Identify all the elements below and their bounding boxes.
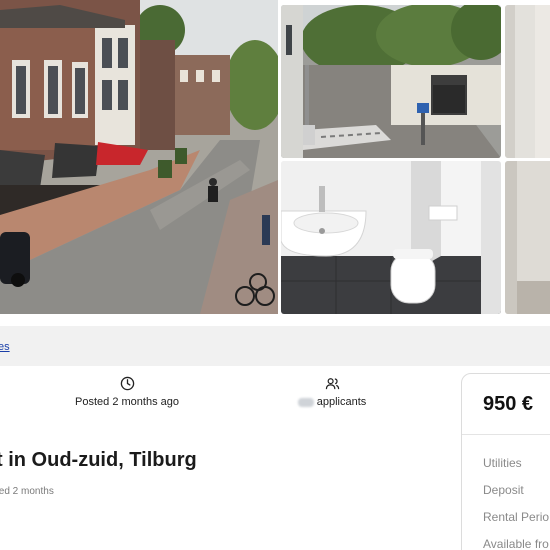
breadcrumb-link[interactable]: es (0, 341, 10, 353)
street-photo-image (0, 0, 278, 314)
gallery-photo-bathroom[interactable] (281, 161, 501, 314)
price-row-utilities: Utilities (483, 456, 522, 470)
gallery-photo-main[interactable] (0, 0, 278, 314)
room-photo-image (505, 161, 550, 314)
square-photo-image (281, 5, 501, 158)
users-icon (325, 378, 339, 390)
applicants-label: applicants (316, 396, 367, 408)
wall-photo-image (505, 5, 550, 158)
gallery-photo-square[interactable] (281, 5, 501, 158)
posted-text: Posted 2 months ago (75, 396, 179, 408)
gallery-photo-room[interactable] (505, 161, 550, 314)
price-card: 950 € Utilities Deposit Rental Perio Ava… (461, 373, 550, 550)
applicant-count-blurred (297, 397, 314, 407)
price-row-deposit: Deposit (483, 483, 524, 497)
price-value: 950 € (483, 393, 534, 415)
posted-info: Posted 2 months ago (68, 376, 186, 408)
gallery-photo-wall[interactable] (505, 5, 550, 158)
photo-gallery (0, 0, 550, 318)
listing-title: t in Oud-zuid, Tilburg (0, 449, 197, 471)
listing-subline: ted 2 months (0, 486, 54, 497)
applicants-info: applicants (284, 376, 380, 408)
price-row-available-from: Available fro (483, 537, 549, 550)
clock-icon (120, 376, 134, 391)
bathroom-photo-image (281, 161, 501, 314)
breadcrumb-bar: es (0, 326, 550, 366)
price-row-rental-period: Rental Perio (483, 510, 550, 524)
price-divider (462, 434, 550, 435)
